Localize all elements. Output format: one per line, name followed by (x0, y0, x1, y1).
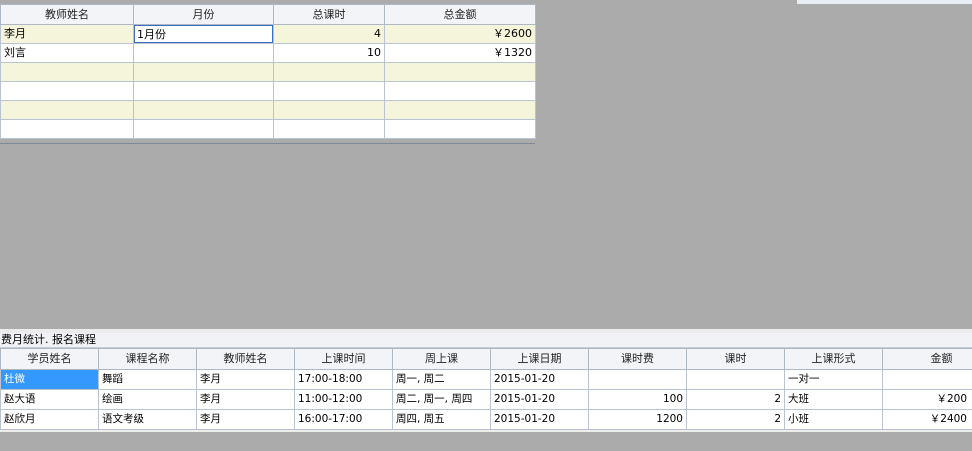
cell-time[interactable]: 16:00-17:00 (294, 409, 393, 430)
cell-student[interactable]: 赵大语 (0, 389, 99, 410)
month-edit-field[interactable]: 1月份 (134, 25, 273, 43)
col-header-total-amount[interactable]: 总金额 (384, 4, 536, 25)
col-header-weekdays[interactable]: 周上课 (392, 348, 491, 370)
cell-amount[interactable]: ￥2400 (882, 409, 972, 430)
cell-month[interactable] (133, 62, 274, 82)
cell-hours[interactable]: 4 (273, 24, 385, 44)
cell-date[interactable]: 2015-01-20 (490, 409, 589, 430)
cell-teacher[interactable]: 李月 (0, 24, 134, 44)
grid-bottom-border (0, 143, 535, 144)
cell-amount[interactable] (384, 100, 536, 120)
top-strip-right (889, 0, 972, 4)
table-row[interactable] (0, 81, 536, 101)
cell-amount[interactable]: ￥200 (882, 389, 972, 410)
cell-fee[interactable]: 1200 (588, 409, 687, 430)
table-row[interactable]: 赵大语 绘画 李月 11:00-12:00 周二, 周一, 周四 2015-01… (0, 389, 972, 410)
table-row[interactable]: 李月 1月份 4 ￥2600 (0, 24, 536, 44)
table-row[interactable]: 刘言 10 ￥1320 (0, 43, 536, 63)
teacher-summary-grid[interactable]: 教师姓名 月份 总课时 总金额 李月 1月份 4 ￥2600 刘言 10 ￥13… (0, 4, 536, 139)
cell-month[interactable]: 1月份 (133, 24, 274, 44)
cell-teacher[interactable]: 李月 (196, 409, 295, 430)
cell-amount[interactable]: ￥2600 (384, 24, 536, 44)
col-header-date[interactable]: 上课日期 (490, 348, 589, 370)
cell-fee[interactable] (588, 369, 687, 390)
cell-amount[interactable] (384, 62, 536, 82)
cell-teacher[interactable] (0, 81, 134, 101)
cell-fee[interactable]: 100 (588, 389, 687, 410)
cell-hours[interactable]: 10 (273, 43, 385, 63)
cell-hours[interactable] (273, 119, 385, 139)
cell-hours[interactable]: 2 (686, 409, 785, 430)
cell-month[interactable] (133, 119, 274, 139)
col-header-student[interactable]: 学员姓名 (0, 348, 99, 370)
col-header-total-hours[interactable]: 总课时 (273, 4, 385, 25)
top-strip (797, 0, 890, 4)
cell-hours[interactable] (273, 100, 385, 120)
cell-weekdays[interactable]: 周四, 周五 (392, 409, 491, 430)
cell-hours[interactable] (686, 369, 785, 390)
col-header-hours[interactable]: 课时 (686, 348, 785, 370)
cell-month[interactable] (133, 43, 274, 63)
cell-course[interactable]: 舞蹈 (98, 369, 197, 390)
table-row[interactable] (0, 62, 536, 82)
col-header-teacher[interactable]: 教师姓名 (196, 348, 295, 370)
table-row[interactable] (0, 119, 536, 139)
cell-hours[interactable]: 2 (686, 389, 785, 410)
cell-form[interactable]: 一对一 (784, 369, 883, 390)
cell-teacher[interactable]: 李月 (196, 389, 295, 410)
cell-date[interactable]: 2015-01-20 (490, 369, 589, 390)
cell-month[interactable] (133, 100, 274, 120)
panel-title: 费月统计. 报名课程 (0, 333, 972, 348)
cell-form[interactable]: 大班 (784, 389, 883, 410)
cell-course[interactable]: 绘画 (98, 389, 197, 410)
cell-hours[interactable] (273, 62, 385, 82)
col-header-time[interactable]: 上课时间 (294, 348, 393, 370)
teacher-grid-header: 教师姓名 月份 总课时 总金额 (0, 4, 536, 25)
cell-teacher[interactable]: 李月 (196, 369, 295, 390)
cell-teacher[interactable]: 刘言 (0, 43, 134, 63)
enroll-grid-header: 学员姓名 课程名称 教师姓名 上课时间 周上课 上课日期 课时费 课时 上课形式… (0, 348, 972, 370)
cell-hours[interactable] (273, 81, 385, 101)
cell-amount[interactable]: ￥1320 (384, 43, 536, 63)
cell-student[interactable]: 杜微 (0, 369, 99, 390)
cell-date[interactable]: 2015-01-20 (490, 389, 589, 410)
cell-student[interactable]: 赵欣月 (0, 409, 99, 430)
col-header-amount[interactable]: 金额 (882, 348, 972, 370)
cell-time[interactable]: 11:00-12:00 (294, 389, 393, 410)
table-row[interactable]: 杜微 舞蹈 李月 17:00-18:00 周一, 周二 2015-01-20 一… (0, 369, 972, 390)
col-header-month[interactable]: 月份 (133, 4, 274, 25)
cell-teacher[interactable] (0, 119, 134, 139)
cell-time[interactable]: 17:00-18:00 (294, 369, 393, 390)
cell-teacher[interactable] (0, 100, 134, 120)
cell-weekdays[interactable]: 周一, 周二 (392, 369, 491, 390)
cell-amount[interactable] (882, 369, 972, 390)
enrollment-grid[interactable]: 学员姓名 课程名称 教师姓名 上课时间 周上课 上课日期 课时费 课时 上课形式… (0, 348, 972, 430)
cell-form[interactable]: 小班 (784, 409, 883, 430)
cell-amount[interactable] (384, 119, 536, 139)
cell-teacher[interactable] (0, 62, 134, 82)
cell-month[interactable] (133, 81, 274, 101)
cell-course[interactable]: 语文考级 (98, 409, 197, 430)
col-header-course[interactable]: 课程名称 (98, 348, 197, 370)
col-header-fee[interactable]: 课时费 (588, 348, 687, 370)
cell-amount[interactable] (384, 81, 536, 101)
table-row[interactable] (0, 100, 536, 120)
col-header-teacher[interactable]: 教师姓名 (0, 4, 134, 25)
col-header-form[interactable]: 上课形式 (784, 348, 883, 370)
table-row[interactable]: 赵欣月 语文考级 李月 16:00-17:00 周四, 周五 2015-01-2… (0, 409, 972, 430)
cell-weekdays[interactable]: 周二, 周一, 周四 (392, 389, 491, 410)
